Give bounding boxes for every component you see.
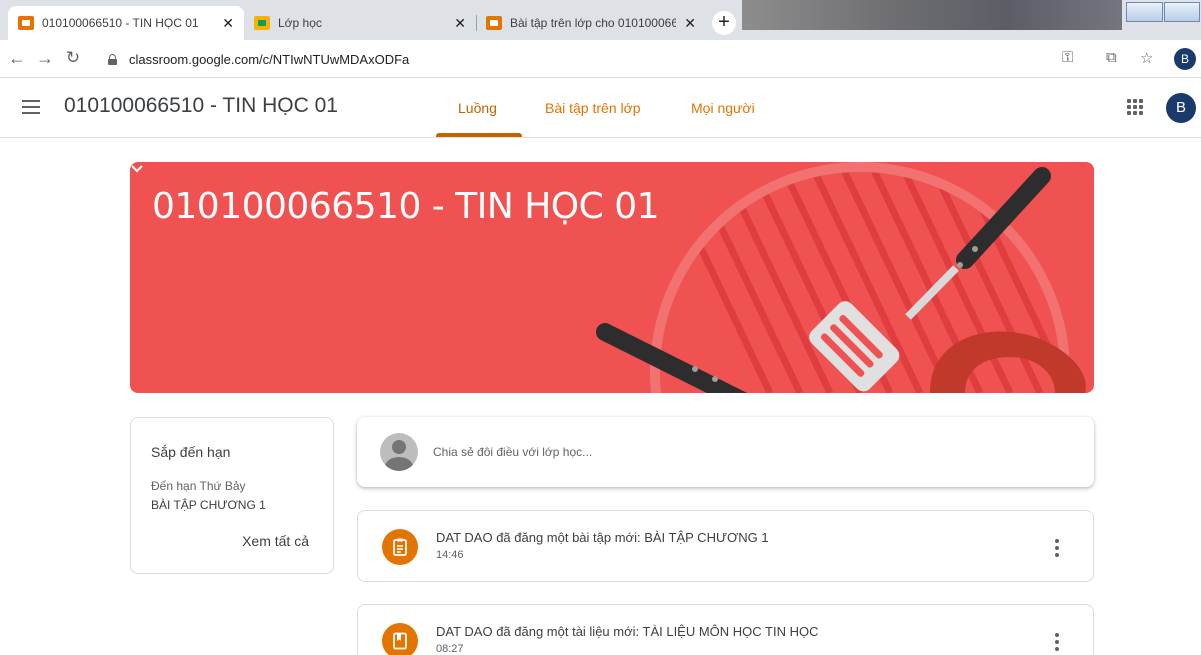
translate-icon[interactable]: ⧉	[1106, 49, 1117, 66]
share-with-class-box[interactable]: Chia sẻ đôi điều với lớp học...	[357, 417, 1094, 487]
back-arrow-icon[interactable]: ←	[6, 48, 28, 69]
assignment-icon	[382, 529, 418, 565]
classroom-favicon-icon	[18, 16, 34, 30]
forward-arrow-icon[interactable]: →	[34, 48, 56, 69]
close-tab-icon[interactable]: ✕	[222, 15, 234, 32]
browser-tab-classes[interactable]: Lớp học ✕	[244, 6, 476, 40]
upcoming-assignment-link[interactable]: BÀI TẬP CHƯƠNG 1	[151, 498, 266, 512]
browser-toolbar: ← → ↻ classroom.google.com/c/NTIwNTUwMDA…	[0, 40, 1201, 78]
post-time: 14:46	[436, 549, 464, 561]
chevron-down-icon[interactable]	[130, 162, 144, 176]
classroom-favicon-icon	[254, 16, 270, 30]
post-title[interactable]: DAT DAO đã đăng một bài tập mới: BÀI TẬP…	[436, 530, 769, 545]
compose-placeholder[interactable]: Chia sẻ đôi điều với lớp học...	[433, 445, 592, 459]
url-text: classroom.google.com/c/NTIwNTUwMDAxODFa	[129, 51, 410, 67]
reload-icon[interactable]: ↻	[62, 48, 84, 68]
close-tab-icon[interactable]: ✕	[454, 15, 466, 32]
browser-tab-classwork[interactable]: Bài tập trên lớp cho 010100066510 ✕	[476, 6, 706, 40]
upcoming-due-date: Đến hạn Thứ Bảy	[151, 479, 246, 493]
view-all-link[interactable]: Xem tất cả	[242, 533, 309, 549]
tab-classwork[interactable]: Bài tập trên lớp	[545, 100, 641, 116]
tab-people[interactable]: Mọi người	[691, 100, 755, 116]
key-icon[interactable]: ⚿	[1062, 49, 1073, 66]
classroom-favicon-icon	[486, 16, 502, 30]
maximize-button[interactable]	[1163, 2, 1200, 22]
minimize-button[interactable]	[1126, 2, 1163, 22]
browser-tab-title: Lớp học	[278, 16, 322, 30]
tab-stream[interactable]: Luồng	[458, 100, 497, 116]
window-titlebar-background	[742, 0, 1122, 30]
google-apps-icon[interactable]	[1127, 99, 1143, 115]
lock-icon	[108, 53, 117, 65]
bookmark-star-icon[interactable]: ☆	[1140, 49, 1153, 67]
banner-title: 010100066510 - TIN HỌC 01	[152, 186, 660, 227]
class-title[interactable]: 010100066510 - TIN HỌC 01	[64, 94, 338, 118]
account-avatar[interactable]: B	[1166, 93, 1196, 123]
post-title[interactable]: DAT DAO đã đăng một tài liệu mới: TÀI LI…	[436, 624, 819, 639]
post-time: 08:27	[436, 643, 464, 655]
classroom-header: 010100066510 - TIN HỌC 01 Luồng Bài tập …	[0, 78, 1201, 138]
upcoming-card: Sắp đến hạn Đến hạn Thứ Bảy BÀI TẬP CHƯƠ…	[130, 417, 334, 574]
close-tab-icon[interactable]: ✕	[684, 15, 696, 32]
browser-tab-class[interactable]: 010100066510 - TIN HỌC 01 ✕	[8, 6, 244, 40]
window-controls	[1126, 2, 1201, 22]
stream-post[interactable]: DAT DAO đã đăng một tài liệu mới: TÀI LI…	[357, 604, 1094, 655]
stream-post[interactable]: DAT DAO đã đăng một bài tập mới: BÀI TẬP…	[357, 510, 1094, 582]
active-tab-indicator	[436, 133, 522, 137]
upcoming-title: Sắp đến hạn	[151, 444, 231, 460]
class-banner: 010100066510 - TIN HỌC 01	[130, 162, 1094, 393]
user-avatar	[380, 433, 418, 471]
browser-profile-avatar[interactable]: B	[1174, 48, 1196, 70]
browser-tab-strip: 010100066510 - TIN HỌC 01 ✕ Lớp học ✕ Bà…	[0, 0, 1201, 40]
new-tab-button[interactable]: +	[712, 11, 736, 35]
browser-tab-title: Bài tập trên lớp cho 010100066510	[510, 16, 677, 30]
browser-tab-title: 010100066510 - TIN HỌC 01	[42, 16, 199, 30]
material-icon	[382, 623, 418, 655]
address-bar[interactable]: classroom.google.com/c/NTIwNTUwMDAxODFa	[108, 46, 1168, 72]
menu-icon[interactable]	[22, 100, 40, 114]
more-options-icon[interactable]	[1055, 633, 1059, 651]
more-options-icon[interactable]	[1055, 539, 1059, 557]
